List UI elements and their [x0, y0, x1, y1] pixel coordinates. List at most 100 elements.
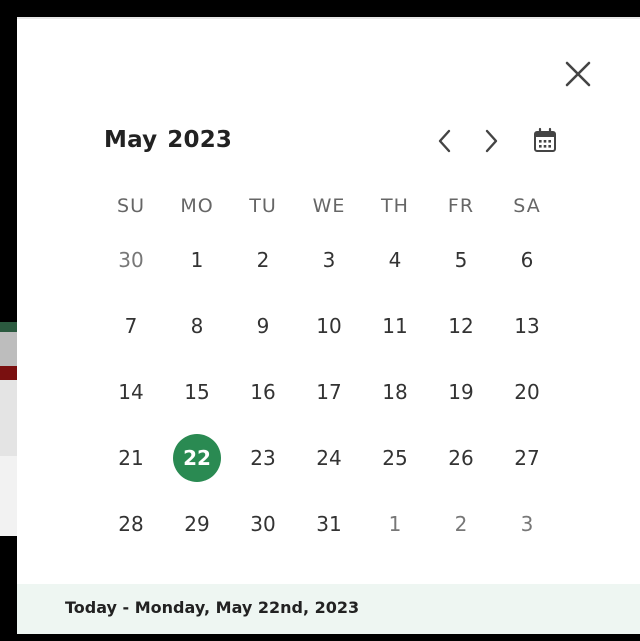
day-cell[interactable]: 31 — [296, 491, 362, 557]
selected-day-number: 22 — [173, 434, 221, 482]
day-number: 6 — [520, 248, 534, 272]
day-cell[interactable]: 27 — [494, 425, 560, 491]
day-number: 23 — [250, 446, 276, 470]
day-number: 8 — [190, 314, 204, 338]
day-number: 7 — [124, 314, 138, 338]
weekday-label: MO — [180, 195, 214, 217]
day-number: 9 — [256, 314, 270, 338]
day-number: 25 — [382, 446, 408, 470]
date-picker-dialog: May 2023 SU MO TU WE TH FR SA 30 1 2 3 4… — [17, 17, 640, 634]
weekday-label: FR — [447, 195, 475, 217]
today-footer: Today - Monday, May 22nd, 2023 — [17, 584, 640, 634]
weekday-label: TH — [381, 195, 409, 217]
day-cell[interactable]: 1 — [362, 491, 428, 557]
month-label: May — [104, 127, 158, 153]
previous-month-button[interactable] — [432, 127, 458, 155]
day-number: 13 — [514, 314, 540, 338]
day-cell[interactable]: 2 — [428, 491, 494, 557]
background-edge — [0, 366, 17, 380]
day-cell[interactable]: 1 — [164, 227, 230, 293]
day-cell[interactable]: 12 — [428, 293, 494, 359]
background-edge — [0, 380, 17, 456]
month-year-title: May 2023 — [104, 127, 232, 153]
day-cell[interactable]: 7 — [98, 293, 164, 359]
day-number: 3 — [322, 248, 336, 272]
day-cell[interactable]: 3 — [296, 227, 362, 293]
day-number: 17 — [316, 380, 342, 404]
day-number: 19 — [448, 380, 474, 404]
day-cell[interactable]: 24 — [296, 425, 362, 491]
weekday-label: SU — [117, 195, 145, 217]
day-number: 24 — [316, 446, 342, 470]
day-number: 29 — [184, 512, 210, 536]
day-number: 18 — [382, 380, 408, 404]
day-cell[interactable]: 15 — [164, 359, 230, 425]
day-cell[interactable]: 16 — [230, 359, 296, 425]
close-icon — [565, 61, 591, 87]
year-label: 2023 — [167, 127, 233, 153]
day-cell[interactable]: 23 — [230, 425, 296, 491]
weekday-label: SA — [513, 195, 541, 217]
weekday-label: TU — [249, 195, 277, 217]
calendar-grid: SU MO TU WE TH FR SA 30 1 2 3 4 5 6 7 8 … — [98, 187, 560, 557]
day-cell[interactable]: 2 — [230, 227, 296, 293]
day-cell[interactable]: 26 — [428, 425, 494, 491]
today-label[interactable]: Today - Monday, May 22nd, 2023 — [65, 598, 359, 617]
chevron-left-icon — [438, 129, 451, 153]
day-cell[interactable]: 5 — [428, 227, 494, 293]
day-number: 20 — [514, 380, 540, 404]
day-cell[interactable]: 13 — [494, 293, 560, 359]
calendar-view-button[interactable] — [532, 127, 558, 155]
day-cell[interactable]: 20 — [494, 359, 560, 425]
day-number: 30 — [250, 512, 276, 536]
day-number: 10 — [316, 314, 342, 338]
week-row: 28 29 30 31 1 2 3 — [98, 491, 560, 557]
day-cell[interactable]: 30 — [230, 491, 296, 557]
day-cell[interactable]: 28 — [98, 491, 164, 557]
day-cell[interactable]: 17 — [296, 359, 362, 425]
day-cell[interactable]: 14 — [98, 359, 164, 425]
day-cell[interactable]: 8 — [164, 293, 230, 359]
day-cell[interactable]: 18 — [362, 359, 428, 425]
day-cell[interactable]: 19 — [428, 359, 494, 425]
day-cell[interactable]: 4 — [362, 227, 428, 293]
day-number: 12 — [448, 314, 474, 338]
day-number: 26 — [448, 446, 474, 470]
background-edge — [0, 332, 17, 366]
day-cell[interactable]: 25 — [362, 425, 428, 491]
day-number: 11 — [382, 314, 408, 338]
week-row: 7 8 9 10 11 12 13 — [98, 293, 560, 359]
next-month-button[interactable] — [478, 127, 504, 155]
day-number: 30 — [118, 248, 144, 272]
week-row: 14 15 16 17 18 19 20 — [98, 359, 560, 425]
day-number: 21 — [118, 446, 144, 470]
day-cell[interactable]: 10 — [296, 293, 362, 359]
day-number: 27 — [514, 446, 540, 470]
day-number: 5 — [454, 248, 468, 272]
weekday-header-row: SU MO TU WE TH FR SA — [98, 187, 560, 227]
calendar-icon — [534, 127, 556, 152]
day-number: 15 — [184, 380, 210, 404]
day-cell[interactable]: 3 — [494, 491, 560, 557]
day-number: 28 — [118, 512, 144, 536]
day-cell[interactable]: 9 — [230, 293, 296, 359]
day-number: 1 — [388, 512, 402, 536]
day-cell[interactable]: 29 — [164, 491, 230, 557]
day-cell[interactable]: 11 — [362, 293, 428, 359]
day-cell-selected[interactable]: 22 — [164, 425, 230, 491]
background-edge — [0, 322, 17, 332]
day-number: 16 — [250, 380, 276, 404]
week-row: 21 22 23 24 25 26 27 — [98, 425, 560, 491]
week-row: 30 1 2 3 4 5 6 — [98, 227, 560, 293]
day-number: 14 — [118, 380, 144, 404]
day-cell[interactable]: 6 — [494, 227, 560, 293]
chevron-right-icon — [485, 129, 498, 153]
calendar-header: May 2023 — [104, 123, 556, 159]
day-cell[interactable]: 21 — [98, 425, 164, 491]
day-number: 3 — [520, 512, 534, 536]
close-button[interactable] — [563, 59, 593, 89]
day-number: 2 — [256, 248, 270, 272]
weekday-label: WE — [312, 195, 346, 217]
day-cell[interactable]: 30 — [98, 227, 164, 293]
day-number: 2 — [454, 512, 468, 536]
